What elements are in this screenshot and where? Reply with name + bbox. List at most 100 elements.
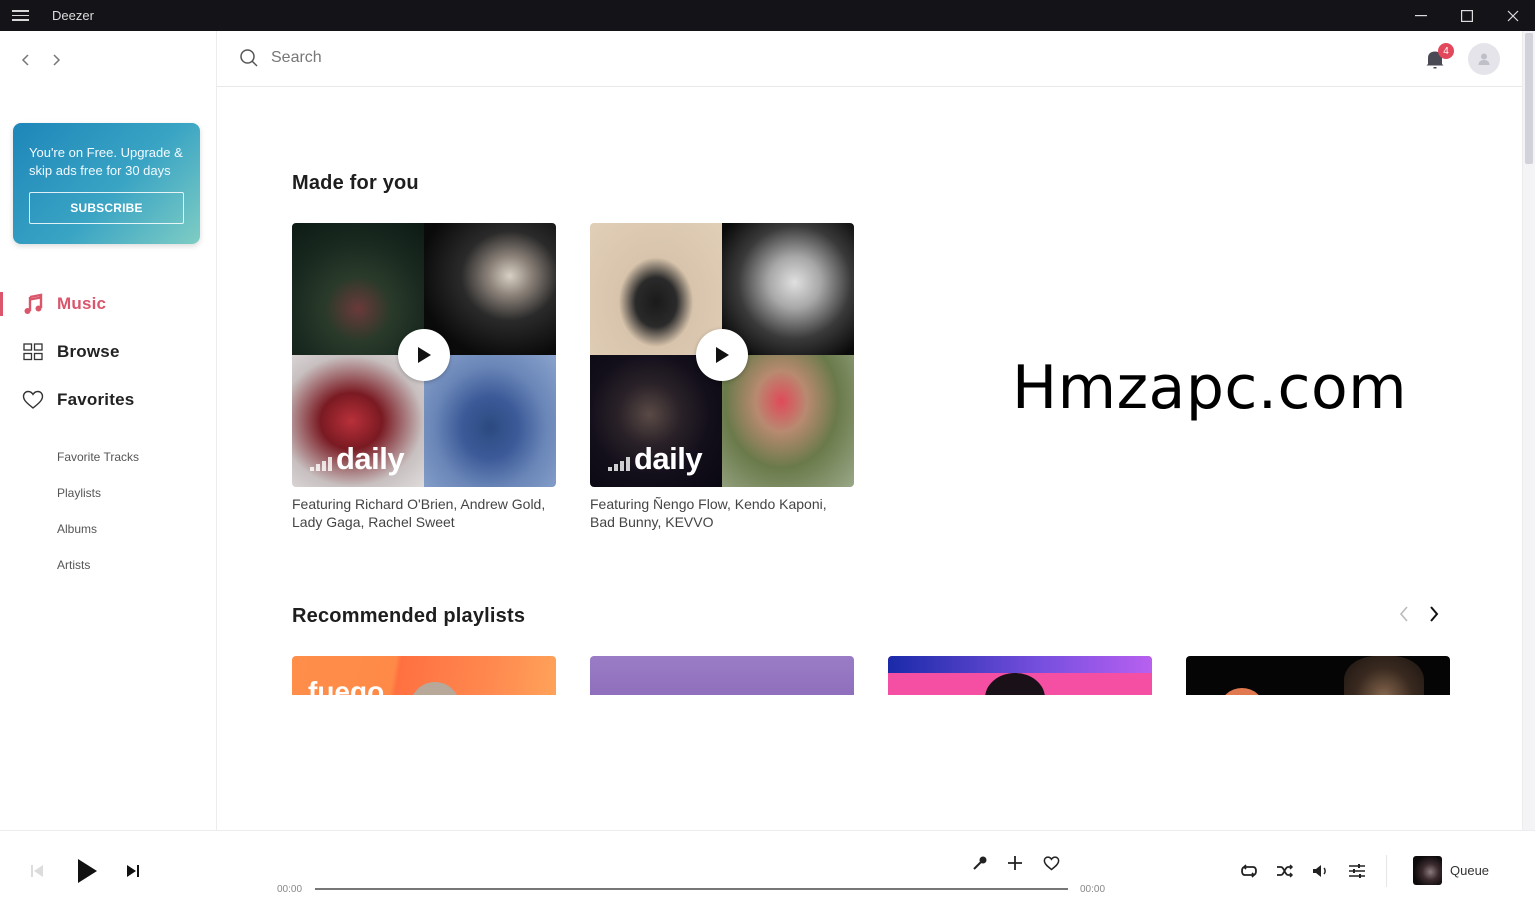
playlist-card-title: fuego bbox=[308, 676, 385, 695]
volume-button[interactable] bbox=[1311, 861, 1331, 881]
sidebar-item-label: Browse bbox=[57, 342, 120, 361]
album-cover bbox=[424, 355, 556, 487]
top-bar: 4 bbox=[217, 31, 1522, 87]
daily-label: daily bbox=[336, 441, 405, 476]
grid-icon bbox=[22, 341, 44, 363]
playlist-artwork-figure bbox=[985, 673, 1045, 695]
maximize-button[interactable] bbox=[1444, 0, 1490, 31]
mix-caption: Featuring Richard O'Brien, Andrew Gold, … bbox=[292, 496, 546, 530]
player-bar: 00:00 00:00 Queue bbox=[0, 830, 1535, 909]
lyrics-button[interactable] bbox=[970, 853, 990, 873]
user-icon bbox=[1478, 53, 1490, 65]
sidebar-item-browse[interactable]: Browse bbox=[0, 328, 216, 376]
sidebar-item-music[interactable]: Music bbox=[0, 280, 216, 328]
album-cover bbox=[424, 223, 556, 355]
main-navigation: Music Browse Favorites bbox=[0, 280, 216, 424]
sidebar-item-favorites[interactable]: Favorites bbox=[0, 376, 216, 424]
minimize-button[interactable] bbox=[1398, 0, 1444, 31]
player-divider bbox=[1386, 855, 1387, 887]
history-navigation bbox=[20, 53, 62, 67]
search-box[interactable] bbox=[239, 48, 871, 68]
sliders-icon bbox=[1349, 864, 1365, 878]
deezer-equalizer-icon bbox=[310, 457, 332, 471]
daily-badge: daily bbox=[310, 441, 405, 477]
user-avatar[interactable] bbox=[1468, 43, 1500, 75]
subscribe-button[interactable]: SUBSCRIBE bbox=[29, 192, 184, 224]
equalizer-settings-button[interactable] bbox=[1347, 861, 1367, 881]
shuffle-button[interactable] bbox=[1275, 861, 1295, 881]
deezer-equalizer-icon bbox=[608, 457, 630, 471]
promo-text: You're on Free. Upgrade & skip ads free … bbox=[29, 145, 183, 178]
album-cover bbox=[722, 223, 854, 355]
add-to-playlist-button[interactable] bbox=[1005, 853, 1025, 873]
forward-arrow-icon[interactable] bbox=[50, 53, 62, 67]
favorite-track-button[interactable] bbox=[1041, 853, 1061, 873]
search-input[interactable] bbox=[271, 49, 871, 67]
repeat-icon bbox=[1241, 864, 1257, 878]
play-mix-button[interactable] bbox=[696, 329, 748, 381]
elapsed-time: 00:00 bbox=[277, 884, 303, 895]
playlist-card[interactable] bbox=[888, 656, 1152, 695]
carousel-next-icon[interactable] bbox=[1427, 605, 1441, 623]
playlist-card[interactable] bbox=[590, 656, 854, 695]
playlist-artwork-figure bbox=[410, 682, 460, 695]
play-icon bbox=[716, 347, 729, 363]
section-title-made-for-you: Made for you bbox=[292, 172, 419, 194]
carousel-navigation bbox=[1397, 605, 1441, 623]
mix-artwork: daily bbox=[590, 223, 854, 487]
volume-icon bbox=[1313, 865, 1326, 877]
hamburger-menu-icon[interactable] bbox=[12, 10, 29, 21]
playlist-card[interactable] bbox=[1186, 656, 1450, 695]
sidebar: You're on Free. Upgrade & skip ads free … bbox=[0, 31, 217, 830]
daily-mix-card[interactable]: daily Featuring Ñengo Flow, Kendo Kaponi… bbox=[590, 223, 854, 531]
scrollbar-thumb[interactable] bbox=[1525, 33, 1533, 164]
watermark-text: Hmzapc.com bbox=[1012, 353, 1408, 423]
music-note-icon bbox=[22, 293, 44, 315]
minimize-icon bbox=[1415, 14, 1427, 16]
mix-caption: Featuring Ñengo Flow, Kendo Kaponi, Bad … bbox=[590, 496, 827, 530]
back-arrow-icon[interactable] bbox=[20, 53, 32, 67]
playlist-artwork-band bbox=[888, 656, 1152, 673]
main-scrollbar[interactable] bbox=[1522, 31, 1535, 830]
upgrade-promo-card: You're on Free. Upgrade & skip ads free … bbox=[13, 123, 200, 244]
shuffle-icon bbox=[1277, 864, 1294, 878]
heart-icon bbox=[1043, 855, 1059, 870]
plus-icon bbox=[1008, 856, 1022, 870]
favorites-subnav: Favorite Tracks Playlists Albums Artists bbox=[57, 439, 139, 583]
playlist-card[interactable]: fuego bbox=[292, 656, 556, 695]
app-title: Deezer bbox=[52, 8, 94, 23]
section-title-recommended-playlists: Recommended playlists bbox=[292, 605, 526, 627]
sidebar-subitem-artists[interactable]: Artists bbox=[57, 547, 139, 583]
next-track-button[interactable] bbox=[123, 861, 143, 881]
skip-previous-icon bbox=[31, 865, 43, 877]
play-icon bbox=[78, 859, 97, 883]
notification-count-badge: 4 bbox=[1438, 43, 1454, 59]
sidebar-subitem-playlists[interactable]: Playlists bbox=[57, 475, 139, 511]
queue-button[interactable]: Queue bbox=[1413, 856, 1489, 885]
search-icon bbox=[240, 49, 258, 67]
play-mix-button[interactable] bbox=[398, 329, 450, 381]
playlist-artwork-figure bbox=[1344, 656, 1424, 695]
sidebar-item-label: Music bbox=[57, 294, 107, 313]
heart-icon bbox=[22, 389, 44, 411]
daily-mix-card[interactable]: daily Featuring Richard O'Brien, Andrew … bbox=[292, 223, 556, 531]
main-content: Made for you daily Featuring Richard O'B… bbox=[217, 88, 1522, 695]
play-button[interactable] bbox=[73, 857, 101, 885]
maximize-icon bbox=[1461, 9, 1473, 22]
album-cover bbox=[590, 223, 722, 355]
daily-badge: daily bbox=[608, 441, 703, 477]
repeat-button[interactable] bbox=[1239, 861, 1259, 881]
previous-track-button[interactable] bbox=[27, 861, 47, 881]
close-button[interactable] bbox=[1490, 0, 1535, 31]
carousel-prev-icon[interactable] bbox=[1397, 605, 1411, 623]
total-duration: 00:00 bbox=[1080, 884, 1106, 895]
album-cover bbox=[292, 223, 424, 355]
current-track-thumbnail bbox=[1413, 856, 1442, 885]
play-icon bbox=[418, 347, 431, 363]
sidebar-subitem-albums[interactable]: Albums bbox=[57, 511, 139, 547]
title-bar: Deezer bbox=[0, 0, 1535, 31]
queue-label: Queue bbox=[1450, 863, 1490, 878]
daily-label: daily bbox=[634, 441, 703, 476]
progress-bar[interactable] bbox=[315, 888, 1068, 890]
sidebar-subitem-favorite-tracks[interactable]: Favorite Tracks bbox=[57, 439, 139, 475]
